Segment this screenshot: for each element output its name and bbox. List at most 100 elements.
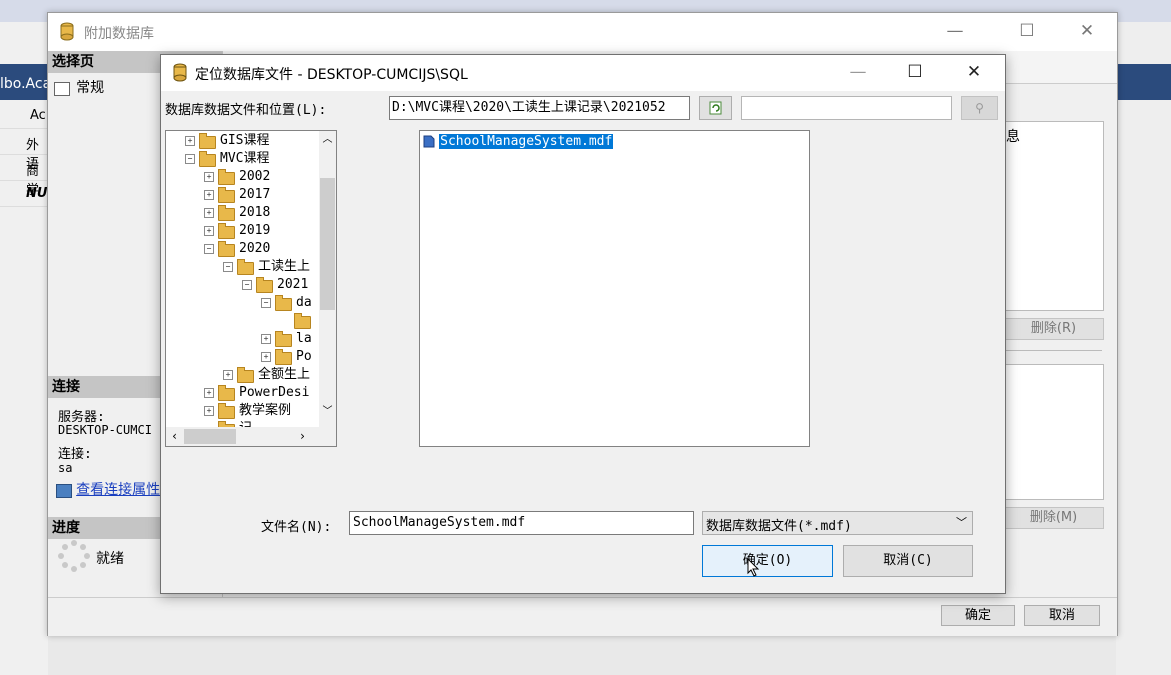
tree-node-label: la	[296, 331, 312, 346]
folder-icon	[237, 259, 254, 275]
collapse-icon[interactable]: −	[185, 154, 195, 164]
outer-ok-button[interactable]: 确定	[941, 605, 1015, 626]
tree-node-label: PowerDesi	[239, 385, 310, 400]
collapse-icon[interactable]: −	[242, 280, 252, 290]
folder-icon	[199, 151, 216, 167]
folder-icon	[218, 241, 235, 257]
progress-status: 就绪	[96, 551, 124, 567]
expand-icon[interactable]: +	[204, 172, 214, 182]
inner-close-button[interactable]: ✕	[951, 55, 997, 91]
tree-node[interactable]: + la	[166, 330, 319, 348]
tree-node[interactable]: +2019	[166, 222, 319, 240]
expand-icon[interactable]: +	[261, 334, 271, 344]
background-tab-label: lbo.Aca	[0, 76, 52, 92]
tree-node-label: GIS课程	[220, 133, 270, 148]
tree-node[interactable]: +2018	[166, 204, 319, 222]
page-item-general[interactable]: 常规	[54, 77, 104, 97]
inner-maximize-button[interactable]: ☐	[892, 55, 938, 91]
folder-icon	[218, 385, 235, 401]
collapse-icon[interactable]: −	[223, 262, 233, 272]
tree-node[interactable]: − da	[166, 294, 319, 312]
outer-cancel-button[interactable]: 取消	[1024, 605, 1100, 626]
tree-node-label: Po	[296, 349, 312, 364]
expand-icon[interactable]: +	[204, 388, 214, 398]
outer-divider	[1003, 350, 1102, 351]
tree-node-label: 教学案例	[239, 403, 292, 418]
tree-node[interactable]: − 2021	[166, 276, 319, 294]
tree-vertical-scroll-thumb[interactable]	[320, 178, 335, 310]
expand-icon[interactable]: +	[204, 406, 214, 416]
tree-node[interactable]	[166, 312, 319, 330]
outer-maximize-button[interactable]: ☐	[1004, 13, 1050, 51]
tree-node-label: 2019	[239, 223, 271, 238]
progress-spinner-icon	[58, 540, 90, 572]
remove-button-2[interactable]: 删除(M)	[1003, 507, 1104, 529]
tree-node-label: 2021	[277, 277, 309, 292]
file-type-select[interactable]: 数据库数据文件(*.mdf) ﹀	[702, 511, 973, 535]
general-page-icon	[54, 81, 70, 96]
search-button[interactable]: ⚲	[961, 96, 998, 120]
expand-icon[interactable]: +	[204, 208, 214, 218]
tree-node[interactable]: + 教学案例	[166, 402, 319, 420]
info-text: 息	[1006, 129, 1020, 145]
connect-value: sa	[58, 461, 73, 475]
mdf-file-icon	[423, 135, 435, 148]
background-grid-row: NU	[0, 182, 48, 207]
remove-button-1[interactable]: 删除(R)	[1003, 318, 1104, 340]
inner-title-bar: 定位数据库文件 - DESKTOP-CUMCIJS\SQL — ☐ ✕	[161, 55, 1005, 91]
database-icon	[60, 22, 74, 41]
tree-node[interactable]: + 全额生上	[166, 366, 319, 384]
file-item-schoolmanagesystem[interactable]: SchoolManageSystem.mdf	[423, 134, 614, 149]
tree-node[interactable]: − 2020	[166, 240, 319, 258]
scroll-down-arrow-icon[interactable]: ﹀	[319, 403, 336, 420]
expand-icon[interactable]: +	[204, 190, 214, 200]
inner-minimize-button[interactable]: —	[835, 55, 881, 91]
scroll-up-arrow-icon[interactable]: ︿	[319, 131, 336, 148]
tree-node[interactable]: + Po	[166, 348, 319, 366]
folder-icon	[275, 331, 292, 347]
tree-horizontal-scrollbar[interactable]: ‹ ›	[166, 427, 319, 446]
chevron-down-icon: ﹀	[956, 516, 967, 529]
refresh-button[interactable]	[699, 96, 732, 120]
file-type-value: 数据库数据文件(*.mdf)	[706, 519, 852, 534]
filename-field[interactable]: SchoolManageSystem.mdf	[349, 511, 694, 535]
location-field[interactable]: D:\MVC课程\2020\工读生上课记录\2021052	[389, 96, 690, 120]
inner-cancel-button[interactable]: 取消(C)	[843, 545, 973, 577]
expand-icon[interactable]: +	[223, 370, 233, 380]
tree-node[interactable]: + PowerDesi	[166, 384, 319, 402]
outer-minimize-button[interactable]: —	[932, 13, 978, 51]
expand-icon[interactable]: +	[185, 136, 195, 146]
server-value: DESKTOP-CUMCI	[58, 423, 152, 437]
tree-node[interactable]: + GIS课程	[166, 132, 319, 150]
folder-icon	[218, 169, 235, 185]
folder-tree[interactable]: + GIS课程 − MVC课程 +2002 +2017 +2018 +2019−2020− 工读…	[165, 130, 337, 447]
connect-label: 连接:	[58, 447, 92, 462]
inner-ok-button[interactable]: 确定(O)	[702, 545, 833, 577]
scroll-right-arrow-icon[interactable]: ›	[294, 427, 311, 446]
location-label: 数据库数据文件和位置(L):	[165, 103, 327, 118]
expand-icon[interactable]: +	[261, 352, 271, 362]
scroll-left-arrow-icon[interactable]: ‹	[166, 427, 183, 446]
tree-node-label: 全额生上	[258, 367, 311, 382]
collapse-icon[interactable]: −	[261, 298, 271, 308]
outer-dialog-title: 附加数据库	[84, 26, 154, 42]
outer-close-button[interactable]: ✕	[1064, 13, 1110, 51]
databases-to-attach-panel: 息	[1003, 121, 1104, 311]
tree-node-label: 2018	[239, 205, 271, 220]
background-right-pane	[1116, 22, 1171, 675]
search-field[interactable]	[741, 96, 952, 120]
view-connection-properties-link[interactable]: 查看连接属性	[56, 479, 160, 499]
tree-node[interactable]: − MVC课程	[166, 150, 319, 168]
tree-node[interactable]: +2002	[166, 168, 319, 186]
tree-node[interactable]: − 工读生上	[166, 258, 319, 276]
expand-icon[interactable]: +	[204, 226, 214, 236]
tree-node[interactable]: +2017	[166, 186, 319, 204]
tree-horizontal-scroll-thumb[interactable]	[184, 429, 236, 444]
folder-icon	[218, 187, 235, 203]
file-list[interactable]: SchoolManageSystem.mdf	[419, 130, 810, 447]
collapse-icon[interactable]: −	[204, 244, 214, 254]
background-document-tab[interactable]: lbo.Aca	[0, 64, 52, 100]
folder-icon	[275, 349, 292, 365]
tree-vertical-scrollbar[interactable]: ︿ ﹀	[319, 131, 336, 427]
background-grid-row: 外语	[0, 130, 48, 172]
